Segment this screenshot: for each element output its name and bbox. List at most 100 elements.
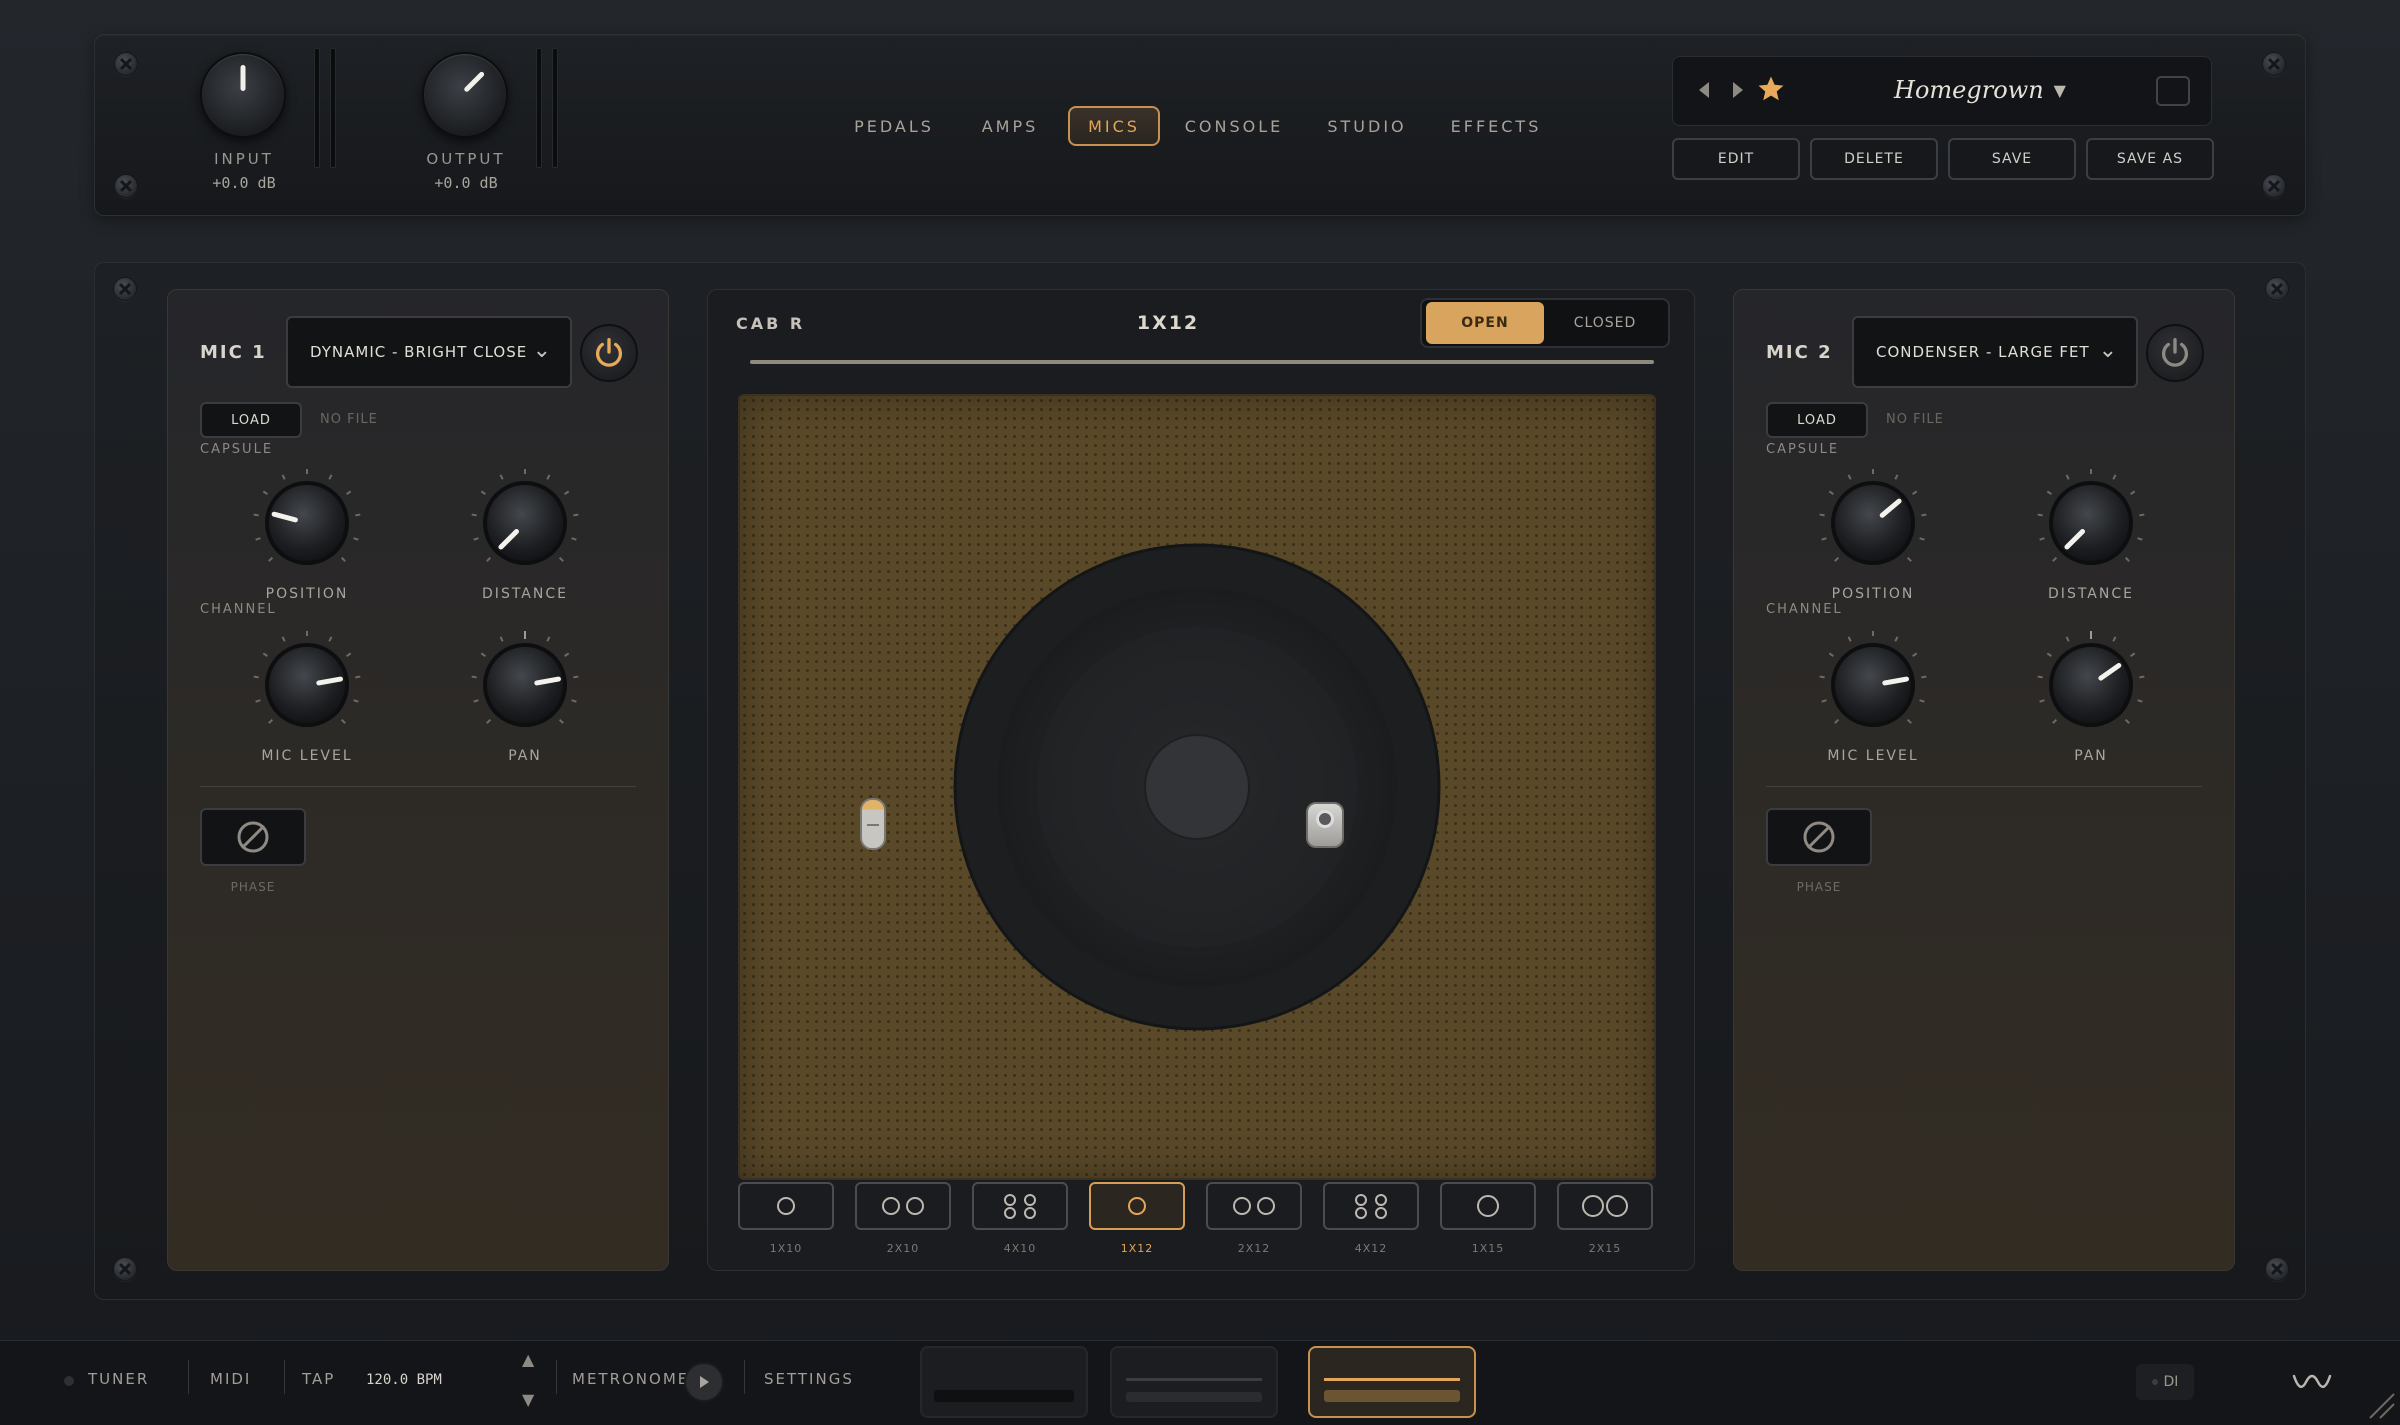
knob-body <box>487 485 563 561</box>
preset-name-dropdown[interactable]: Homegrown ▼ <box>1840 72 2120 108</box>
knob-tick <box>2052 718 2058 724</box>
prev-preset-icon[interactable] <box>1694 76 1714 104</box>
knob-tick <box>253 675 259 679</box>
cab-type-4x10-label: 4X10 <box>1003 1242 1037 1255</box>
knob-tick <box>2112 636 2117 642</box>
mic2-phase-button[interactable] <box>1766 808 1872 866</box>
cab-type-2x12[interactable] <box>1206 1182 1302 1230</box>
cab-type-2x10[interactable] <box>855 1182 951 1230</box>
knob-tick <box>2137 537 2143 541</box>
mic1-pan-knob[interactable] <box>460 620 590 750</box>
knob-tick <box>2137 699 2143 703</box>
chain-slot-cab[interactable] <box>1308 1346 1476 1418</box>
mic2-mic-level-knob[interactable] <box>1808 620 1938 750</box>
tab-amps[interactable]: AMPS <box>964 106 1056 146</box>
knob-tick <box>2139 513 2145 517</box>
midi-button[interactable]: MIDI <box>210 1370 251 1388</box>
save-as-button[interactable]: SAVE AS <box>2086 138 2214 180</box>
preset-name: Homegrown <box>1894 76 2044 104</box>
next-preset-icon[interactable] <box>1728 76 1748 104</box>
mic2-load-button[interactable]: LOAD <box>1766 402 1868 438</box>
tab-studio[interactable]: STUDIO <box>1316 106 1418 146</box>
input-knob[interactable] <box>200 52 286 138</box>
speaker-quad-icon <box>1355 1194 1387 1219</box>
cab-type-2x15-label: 2X15 <box>1588 1242 1622 1255</box>
knob-tick <box>1912 490 1918 496</box>
mic1-load-button[interactable]: LOAD <box>200 402 302 438</box>
mic1-model-select[interactable]: DYNAMIC - BRIGHT CLOSE ⌄ <box>286 316 572 388</box>
favorite-star-icon[interactable] <box>1756 74 1786 104</box>
mic2-position-knob[interactable] <box>1808 458 1938 588</box>
knob-tick <box>2139 675 2145 679</box>
knob-tick <box>328 636 333 642</box>
window-icon[interactable] <box>2156 76 2190 106</box>
logo-wave-icon <box>2292 1368 2332 1396</box>
tab-pedals[interactable]: PEDALS <box>842 106 946 146</box>
metronome-play-button[interactable] <box>684 1362 724 1402</box>
mic2-pan-knob[interactable] <box>2026 620 2156 750</box>
knob-tick <box>1894 636 1899 642</box>
tab-mics[interactable]: MICS <box>1068 106 1160 146</box>
knob-tick <box>1906 556 1912 562</box>
chain-slot-pedals[interactable] <box>920 1346 1088 1418</box>
output-meter-left <box>536 48 542 168</box>
mic1-panel: MIC 1 DYNAMIC - BRIGHT CLOSE ⌄ LOAD NO F… <box>167 289 669 1271</box>
speaker-single-icon <box>1477 1195 1499 1217</box>
save-button[interactable]: SAVE <box>1948 138 2076 180</box>
knob-tick <box>546 474 551 480</box>
speaker-single-icon <box>1128 1197 1146 1215</box>
chain-slot-amps[interactable] <box>1110 1346 1278 1418</box>
settings-button[interactable]: SETTINGS <box>764 1370 854 1388</box>
bpm-value[interactable]: 120.0 BPM <box>366 1372 442 1388</box>
mic2-file-status: NO FILE <box>1886 412 1944 427</box>
knob-tick <box>1906 718 1912 724</box>
knob-tick <box>2046 652 2052 658</box>
edit-button[interactable]: EDIT <box>1672 138 1800 180</box>
di-button[interactable]: DI <box>2136 1364 2194 1400</box>
mic1-mic-level-knob[interactable] <box>242 620 372 750</box>
cab-type-2x15[interactable] <box>1557 1182 1653 1230</box>
cab-label: CAB R <box>736 314 806 333</box>
speaker-quad-icon <box>1004 1194 1036 1219</box>
tab-effects[interactable]: EFFECTS <box>1442 106 1550 146</box>
cab-type-1x15[interactable] <box>1440 1182 1536 1230</box>
knob-tick <box>355 675 361 679</box>
knob-tick <box>1921 675 1927 679</box>
knob-tick <box>2124 718 2130 724</box>
cab-type-4x12[interactable] <box>1323 1182 1419 1230</box>
knob-tick <box>2039 699 2045 703</box>
mics-main-panel: MIC 1 DYNAMIC - BRIGHT CLOSE ⌄ LOAD NO F… <box>94 262 2306 1300</box>
delete-button[interactable]: DELETE <box>1810 138 1938 180</box>
mic1-power-button[interactable] <box>580 324 638 382</box>
mic2-placement-handle[interactable] <box>1306 802 1344 848</box>
back-closed-option[interactable]: CLOSED <box>1546 302 1664 344</box>
mic1-phase-button[interactable] <box>200 808 306 866</box>
separator <box>188 1360 189 1394</box>
mic2-power-button[interactable] <box>2146 324 2204 382</box>
mic2-model-select[interactable]: CONDENSER - LARGE FET ⌄ <box>1852 316 2138 388</box>
resize-grip-icon[interactable] <box>2366 1390 2396 1420</box>
cab-type-1x10[interactable] <box>738 1182 834 1230</box>
knob-tick <box>1819 513 1825 517</box>
cab-type-1x12[interactable] <box>1089 1182 1185 1230</box>
mic1-placement-handle[interactable] <box>860 798 886 850</box>
screw-icon <box>2265 1257 2289 1281</box>
mic2-distance-label: DISTANCE <box>2048 586 2134 602</box>
knob-tick <box>353 699 359 703</box>
mic1-position-knob[interactable] <box>242 458 372 588</box>
bpm-down-icon[interactable]: ▼ <box>522 1390 534 1409</box>
mic2-capsule-label: CAPSULE <box>1766 442 1840 457</box>
back-open-option[interactable]: OPEN <box>1426 302 1544 344</box>
bpm-up-icon[interactable]: ▲ <box>522 1350 534 1369</box>
tap-button[interactable]: TAP <box>302 1370 335 1388</box>
output-knob[interactable] <box>422 52 508 138</box>
knob-tick <box>2065 636 2070 642</box>
screw-icon <box>114 174 138 198</box>
cab-type-4x10[interactable] <box>972 1182 1068 1230</box>
mic1-distance-knob[interactable] <box>460 458 590 588</box>
knob-tick <box>471 513 477 517</box>
mic2-distance-knob[interactable] <box>2026 458 2156 588</box>
tuner-button[interactable]: TUNER <box>88 1370 149 1388</box>
tab-console[interactable]: CONSOLE <box>1178 106 1290 146</box>
knob-body <box>1835 485 1911 561</box>
